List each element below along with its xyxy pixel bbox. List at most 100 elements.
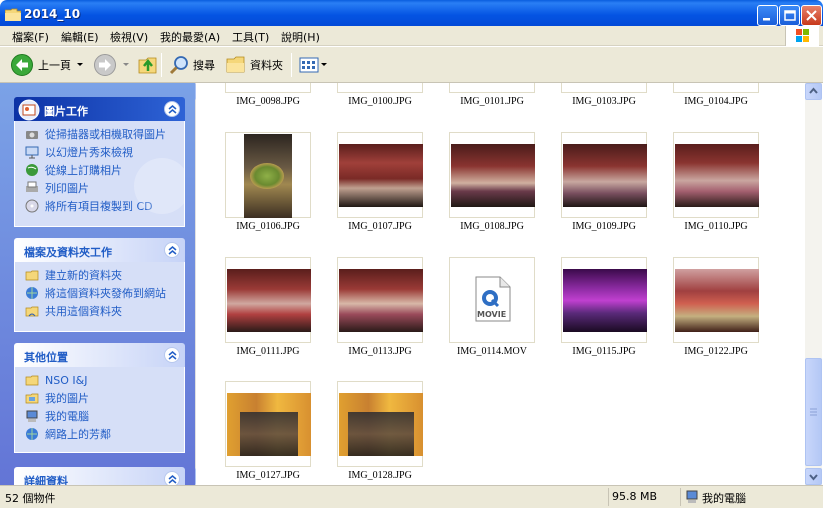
file-thumbnail[interactable] bbox=[337, 83, 423, 93]
picture-tasks-header[interactable]: 圖片工作 bbox=[14, 97, 185, 121]
task-label: 將這個資料夾發佈到網站 bbox=[45, 287, 166, 300]
file-thumbnail[interactable] bbox=[337, 381, 423, 467]
up-folder-button[interactable] bbox=[137, 51, 159, 79]
file-name[interactable]: IMG_0114.MOV bbox=[436, 346, 548, 357]
scroll-down-arrow[interactable] bbox=[805, 468, 822, 485]
task-label: 共用這個資料夾 bbox=[45, 305, 122, 318]
menu-favorites[interactable]: 我的最愛(A) bbox=[160, 29, 220, 45]
status-size: 95.8 MB bbox=[612, 490, 658, 503]
place-label: NSO I&J bbox=[45, 373, 88, 387]
scroll-thumb[interactable] bbox=[805, 358, 822, 466]
file-thumbnail[interactable] bbox=[561, 132, 647, 218]
place-label: 我的圖片 bbox=[45, 392, 89, 405]
file-name[interactable]: IMG_0100.JPG bbox=[324, 96, 436, 107]
file-name[interactable]: IMG_0103.JPG bbox=[548, 96, 660, 107]
other-places-title: 其他位置 bbox=[24, 351, 68, 364]
forward-arrow-icon bbox=[94, 54, 116, 76]
file-name[interactable]: IMG_0106.JPG bbox=[212, 221, 324, 232]
task-share-folder[interactable]: 共用這個資料夾 bbox=[25, 302, 176, 320]
folder-icon bbox=[5, 8, 21, 21]
place-my-computer[interactable]: 我的電腦 bbox=[25, 407, 176, 425]
globe-icon bbox=[26, 164, 38, 176]
file-name[interactable]: IMG_0122.JPG bbox=[660, 346, 772, 357]
file-thumbnail[interactable] bbox=[561, 83, 647, 93]
collapse-icon[interactable] bbox=[164, 242, 180, 258]
file-name[interactable]: IMG_0109.JPG bbox=[548, 221, 660, 232]
picture-tasks-body: 從掃描器或相機取得圖片 以幻燈片秀來檢視 從線上訂購相片 列印圖片 將所有項目複… bbox=[14, 121, 185, 227]
computer-icon bbox=[26, 410, 38, 422]
menu-help[interactable]: 說明(H) bbox=[281, 29, 320, 45]
file-thumbnail[interactable] bbox=[225, 132, 311, 218]
file-thumbnail[interactable] bbox=[673, 83, 759, 93]
file-name[interactable]: IMG_0098.JPG bbox=[212, 96, 324, 107]
file-thumbnail[interactable] bbox=[225, 83, 311, 93]
file-view: IMG_0098.JPG IMG_0100.JPG IMG_0101.JPG I… bbox=[196, 83, 805, 485]
file-thumbnail[interactable] bbox=[225, 257, 311, 343]
file-thumbnail[interactable]: MOVIE bbox=[449, 257, 535, 343]
collapse-icon[interactable] bbox=[164, 101, 180, 117]
file-thumbnail[interactable] bbox=[337, 132, 423, 218]
file-tasks-panel: 檔案及資料夾工作 建立新的資料夾 將這個資料夾發佈到網站 共用這個資料夾 bbox=[14, 238, 185, 332]
scroll-up-arrow[interactable] bbox=[805, 83, 822, 100]
file-name[interactable]: IMG_0110.JPG bbox=[660, 221, 772, 232]
back-label: 上一頁 bbox=[38, 59, 71, 72]
file-name[interactable]: IMG_0111.JPG bbox=[212, 346, 324, 357]
file-thumbnail[interactable] bbox=[673, 132, 759, 218]
file-name[interactable]: IMG_0115.JPG bbox=[548, 346, 660, 357]
up-folder-icon bbox=[138, 57, 157, 74]
file-view-scrollbar[interactable] bbox=[805, 83, 822, 485]
collapse-icon[interactable] bbox=[164, 347, 180, 363]
details-title: 詳細資料 bbox=[24, 475, 68, 485]
task-get-from-scanner[interactable]: 從掃描器或相機取得圖片 bbox=[25, 125, 176, 143]
file-name[interactable]: IMG_0104.JPG bbox=[660, 96, 772, 107]
place-network[interactable]: 網路上的芳鄰 bbox=[25, 425, 176, 443]
file-thumbnail[interactable] bbox=[449, 132, 535, 218]
details-header[interactable]: 詳細資料 bbox=[14, 467, 185, 485]
menu-file[interactable]: 檔案(F) bbox=[12, 29, 49, 45]
menu-view[interactable]: 檢視(V) bbox=[110, 29, 148, 45]
file-tasks-header[interactable]: 檔案及資料夾工作 bbox=[14, 238, 185, 262]
task-publish-web[interactable]: 將這個資料夾發佈到網站 bbox=[25, 284, 176, 302]
file-name[interactable]: IMG_0101.JPG bbox=[436, 96, 548, 107]
file-thumbnail[interactable] bbox=[561, 257, 647, 343]
menu-edit[interactable]: 編輯(E) bbox=[61, 29, 99, 45]
folders-button[interactable]: 資料夾 bbox=[225, 51, 283, 79]
maximize-button[interactable] bbox=[779, 5, 800, 26]
details-panel: 詳細資料 bbox=[14, 467, 185, 485]
file-name[interactable]: IMG_0127.JPG bbox=[212, 470, 324, 481]
place-my-pictures[interactable]: 我的圖片 bbox=[25, 389, 176, 407]
file-thumbnail[interactable] bbox=[673, 257, 759, 343]
menu-tools[interactable]: 工具(T) bbox=[232, 29, 269, 45]
folders-label: 資料夾 bbox=[250, 59, 283, 72]
expand-icon[interactable] bbox=[164, 471, 180, 485]
other-places-header[interactable]: 其他位置 bbox=[14, 343, 185, 367]
chevron-down-icon bbox=[321, 63, 327, 66]
file-name[interactable]: IMG_0108.JPG bbox=[436, 221, 548, 232]
views-button[interactable] bbox=[298, 51, 328, 79]
minimize-icon bbox=[763, 18, 770, 21]
file-tasks-body: 建立新的資料夾 將這個資料夾發佈到網站 共用這個資料夾 bbox=[14, 262, 185, 332]
search-label: 搜尋 bbox=[193, 59, 215, 72]
file-thumbnail[interactable] bbox=[449, 83, 535, 93]
window-title: 2014_10 bbox=[24, 7, 81, 21]
back-button[interactable]: 上一頁 bbox=[10, 51, 85, 79]
task-label: 從線上訂購相片 bbox=[45, 164, 122, 177]
computer-icon bbox=[686, 490, 698, 503]
file-thumbnail[interactable] bbox=[225, 381, 311, 467]
task-new-folder[interactable]: 建立新的資料夾 bbox=[25, 266, 176, 284]
search-button[interactable]: 搜尋 bbox=[168, 51, 215, 79]
file-name[interactable]: IMG_0113.JPG bbox=[324, 346, 436, 357]
close-button[interactable] bbox=[801, 5, 822, 26]
forward-button[interactable] bbox=[93, 51, 131, 79]
file-name[interactable]: IMG_0107.JPG bbox=[324, 221, 436, 232]
file-name[interactable]: IMG_0128.JPG bbox=[324, 470, 436, 481]
close-icon bbox=[806, 10, 817, 21]
status-location: 我的電腦 bbox=[702, 492, 746, 505]
task-label: 從掃描器或相機取得圖片 bbox=[45, 128, 166, 141]
status-bar: 52 個物件 95.8 MB 我的電腦 bbox=[0, 485, 823, 508]
minimize-button[interactable] bbox=[757, 5, 778, 26]
windows-logo-icon bbox=[785, 26, 819, 46]
place-nso[interactable]: NSO I&J bbox=[25, 371, 176, 389]
place-label: 我的電腦 bbox=[45, 410, 89, 423]
file-thumbnail[interactable] bbox=[337, 257, 423, 343]
